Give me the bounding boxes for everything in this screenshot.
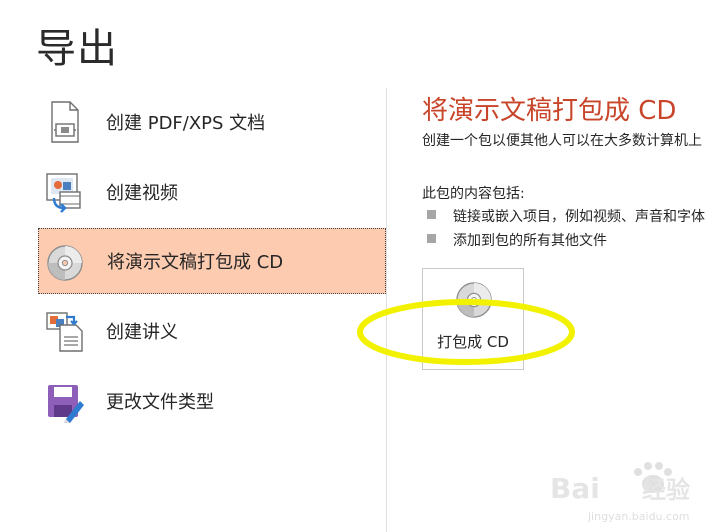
menu-item-label: 创建讲义 (106, 322, 178, 343)
contents-list: 链接或嵌入项目，例如视频、声音和字体 添加到包的所有其他文件 (427, 206, 716, 254)
watermark-brand-prefix: Bai (550, 472, 600, 505)
highlight-annotation (357, 299, 575, 365)
menu-item-label: 创建视频 (106, 183, 178, 204)
menu-item-create-pdf-xps[interactable]: 创建 PDF/XPS 文档 (38, 88, 386, 156)
video-icon (46, 173, 81, 213)
bullet-square-icon (427, 210, 436, 219)
handout-icon (46, 312, 83, 352)
menu-item-label: 将演示文稿打包成 CD (107, 252, 284, 273)
list-item: 添加到包的所有其他文件 (427, 230, 716, 254)
menu-item-label: 更改文件类型 (106, 392, 214, 413)
menu-item-change-file-type[interactable]: 更改文件类型 (38, 367, 386, 435)
export-menu: 创建 PDF/XPS 文档 创建视频 将演示文稿打包成 CD 创建讲义 更改文件… (38, 88, 386, 437)
menu-item-create-video[interactable]: 创建视频 (38, 158, 386, 226)
detail-description: 创建一个包以便其他人可以在大多数计算机上 (422, 133, 702, 149)
cd-icon (47, 245, 83, 281)
list-item: 链接或嵌入项目，例如视频、声音和字体 (427, 206, 716, 230)
save-as-icon (48, 385, 84, 423)
menu-item-label: 创建 PDF/XPS 文档 (106, 113, 266, 134)
menu-item-create-handouts[interactable]: 创建讲义 (38, 297, 386, 365)
list-item-text: 链接或嵌入项目，例如视频、声音和字体 (453, 209, 705, 225)
detail-title: 将演示文稿打包成 CD (422, 96, 677, 126)
watermark-brand-suffix: 经验 (642, 476, 690, 504)
watermark-url: jingyan.baidu.com (587, 510, 690, 523)
list-item-text: 添加到包的所有其他文件 (453, 233, 607, 249)
page-title: 导出 (36, 26, 118, 72)
contents-heading: 此包的内容包括: (422, 186, 525, 202)
pdf-document-icon (51, 101, 79, 143)
bullet-square-icon (427, 234, 436, 243)
baidu-jingyan-watermark: Bai 经验 jingyan.baidu.com (550, 462, 690, 523)
menu-item-package-cd[interactable]: 将演示文稿打包成 CD (38, 228, 386, 294)
